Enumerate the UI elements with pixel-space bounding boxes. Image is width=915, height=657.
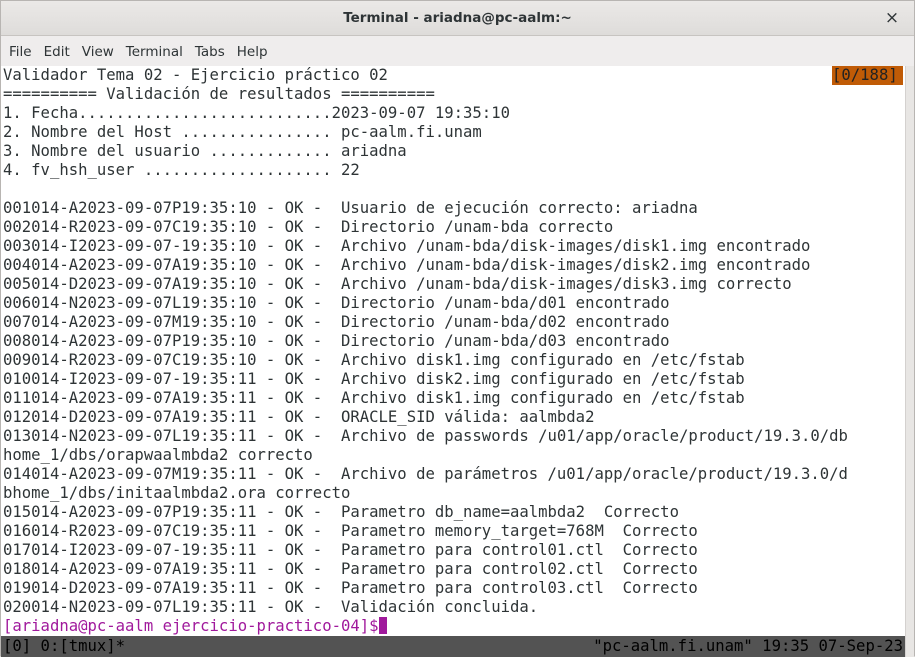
menu-file[interactable]: File xyxy=(3,44,38,60)
output-line: 006014-N2023-09-07L19:35:10 - OK - Direc… xyxy=(3,294,670,312)
output-line: 017014-I2023-09-07-19:35:11 - OK - Param… xyxy=(3,541,698,559)
output-line: bhome_1/dbs/initaalmbda2.ora correcto xyxy=(3,484,351,502)
menu-tabs[interactable]: Tabs xyxy=(189,44,231,60)
menu-edit[interactable]: Edit xyxy=(38,44,76,60)
output-line: 011014-A2023-09-07A19:35:11 - OK - Archi… xyxy=(3,389,745,407)
tmux-host-clock: "pc-aalm.fi.unam" 19:35 07-Sep-23 xyxy=(593,637,903,655)
shell-prompt-line[interactable]: [ariadna@pc-aalm ejercicio-practico-04]$ xyxy=(3,617,387,636)
validator-header: Validador Tema 02 - Ejercicio práctico 0… xyxy=(3,66,388,84)
vertical-scrollbar[interactable] xyxy=(905,66,914,657)
output-line: 3. Nombre del usuario ............. aria… xyxy=(3,142,407,160)
output-line: 015014-A2023-09-07P19:35:11 - OK - Param… xyxy=(3,503,679,521)
text-cursor xyxy=(378,617,387,634)
title-bar[interactable]: Terminal - ariadna@pc-aalm:~ × xyxy=(1,1,914,36)
menu-view[interactable]: View xyxy=(76,44,120,60)
output-line: ========== Validación de resultados ====… xyxy=(3,85,435,103)
output-line: 004014-A2023-09-07A19:35:10 - OK - Archi… xyxy=(3,256,811,274)
output-line: 001014-A2023-09-07P19:35:10 - OK - Usuar… xyxy=(3,199,698,217)
terminal-window: Terminal - ariadna@pc-aalm:~ × File Edit… xyxy=(0,0,915,657)
menu-terminal[interactable]: Terminal xyxy=(120,44,189,60)
output-line: 019014-D2023-09-07A19:35:11 - OK - Param… xyxy=(3,579,698,597)
output-line: 002014-R2023-09-07C19:35:10 - OK - Direc… xyxy=(3,218,614,236)
menu-bar: File Edit View Terminal Tabs Help xyxy=(1,37,914,66)
output-line: 012014-D2023-09-07A19:35:11 - OK - ORACL… xyxy=(3,408,595,426)
output-line: 2. Nombre del Host ................ pc-a… xyxy=(3,123,482,141)
output-line: 020014-N2023-09-07L19:35:11 - OK - Valid… xyxy=(3,598,539,616)
tmux-window-list[interactable]: [0] 0:[tmux]* xyxy=(3,637,125,656)
output-line: 008014-A2023-09-07P19:35:10 - OK - Direc… xyxy=(3,332,670,350)
output-line: 016014-R2023-09-07C19:35:11 - OK - Param… xyxy=(3,522,698,540)
output-line: 007014-A2023-09-07M19:35:10 - OK - Direc… xyxy=(3,313,670,331)
output-line: 1. Fecha...........................2023-… xyxy=(3,104,510,122)
output-line: 014014-A2023-09-07M19:35:11 - OK - Archi… xyxy=(3,465,848,483)
close-icon[interactable]: × xyxy=(882,8,902,28)
window-title: Terminal - ariadna@pc-aalm:~ xyxy=(343,10,572,26)
terminal-output[interactable]: Validador Tema 02 - Ejercicio práctico 0… xyxy=(1,66,905,657)
shell-prompt: [ariadna@pc-aalm ejercicio-practico-04]$ xyxy=(3,617,379,635)
output-line: home_1/dbs/orapwaalmbda2 correcto xyxy=(3,446,313,464)
output-line: 005014-D2023-09-07A19:35:10 - OK - Archi… xyxy=(3,275,792,293)
output-line: 018014-A2023-09-07A19:35:11 - OK - Param… xyxy=(3,560,698,578)
output-line: 003014-I2023-09-07-19:35:10 - OK - Archi… xyxy=(3,237,811,255)
output-line: 009014-R2023-09-07C19:35:10 - OK - Archi… xyxy=(3,351,745,369)
output-line: 013014-N2023-09-07L19:35:11 - OK - Archi… xyxy=(3,427,848,445)
menu-help[interactable]: Help xyxy=(231,44,274,60)
progress-counter: [0/188] xyxy=(832,66,903,85)
output-line: 010014-I2023-09-07-19:35:11 - OK - Archi… xyxy=(3,370,745,388)
output-line: 4. fv_hsh_user .................... 22 xyxy=(3,161,360,179)
tmux-status-bar: [0] 0:[tmux]* "pc-aalm.fi.unam" 19:35 07… xyxy=(1,636,905,657)
